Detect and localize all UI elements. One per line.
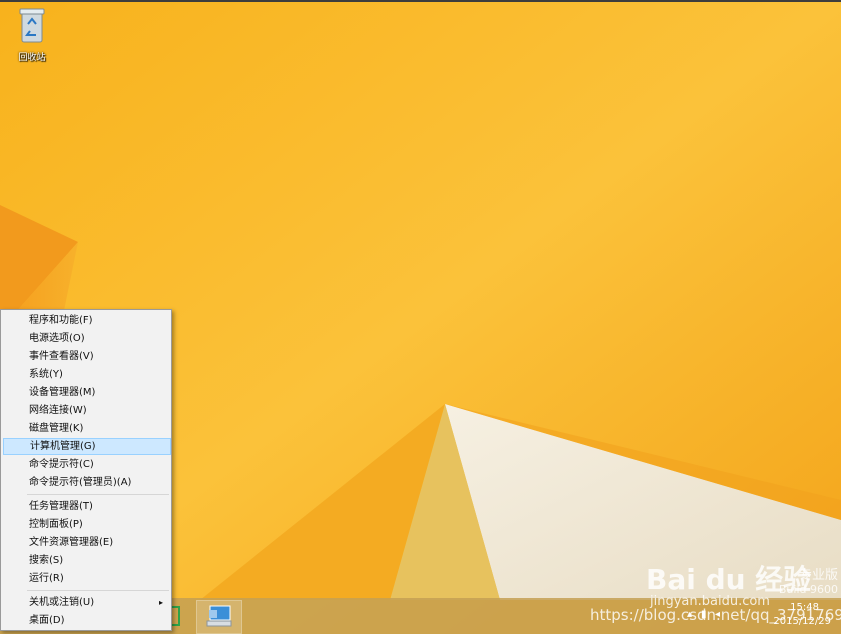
- menu-item-device-manager[interactable]: 设备管理器(M): [3, 384, 171, 401]
- menu-item-command-prompt[interactable]: 命令提示符(C): [3, 456, 171, 473]
- menu-item-shutdown-signout[interactable]: 关机或注销(U) ▸: [3, 594, 171, 611]
- menu-item-event-viewer[interactable]: 事件查看器(V): [3, 348, 171, 365]
- menu-item-file-explorer[interactable]: 文件资源管理器(E): [3, 534, 171, 551]
- file-explorer-taskbar-button[interactable]: [172, 600, 182, 632]
- menu-item-disk-management[interactable]: 磁盘管理(K): [3, 420, 171, 437]
- menu-item-run[interactable]: 运行(R): [3, 570, 171, 587]
- recycle-bin-icon: [19, 8, 45, 43]
- computer-management-icon: [206, 605, 232, 627]
- recycle-bin[interactable]: 回收站: [8, 6, 56, 63]
- menu-item-desktop[interactable]: 桌面(D): [3, 612, 171, 629]
- menu-item-network-connections[interactable]: 网络连接(W): [3, 402, 171, 419]
- menu-item-command-prompt-admin[interactable]: 命令提示符(管理员)(A): [3, 474, 171, 491]
- quick-link-menu: 程序和功能(F) 电源选项(O) 事件查看器(V) 系统(Y) 设备管理器(M)…: [0, 309, 172, 631]
- menu-item-computer-management[interactable]: 计算机管理(G): [3, 438, 171, 455]
- menu-item-power-options[interactable]: 电源选项(O): [3, 330, 171, 347]
- chevron-right-icon: ▸: [158, 598, 163, 607]
- recycle-bin-label: 回收站: [18, 53, 46, 63]
- clock-date[interactable]: 2015/12/29: [773, 616, 831, 627]
- notification-area: ▴ ▮ ◂ 15:48 2015/12/29: [591, 598, 841, 634]
- menu-item-label: 关机或注销(U): [29, 597, 95, 608]
- folder-icon: [172, 606, 180, 626]
- clock-time[interactable]: 15:48: [790, 602, 819, 613]
- menu-item-task-manager[interactable]: 任务管理器(T): [3, 498, 171, 515]
- menu-item-control-panel[interactable]: 控制面板(P): [3, 516, 171, 533]
- desktop: 回收站 ▴ ▮ ◂ 15:48 2015/12/29 专业版 Build 960…: [0, 0, 841, 634]
- network-icon[interactable]: ▮: [701, 609, 707, 620]
- menu-item-programs-features[interactable]: 程序和功能(F): [3, 312, 171, 329]
- menu-item-system[interactable]: 系统(Y): [3, 366, 171, 383]
- menu-item-search[interactable]: 搜索(S): [3, 552, 171, 569]
- menu-separator: [27, 494, 169, 495]
- volume-icon[interactable]: ◂: [715, 609, 720, 620]
- arrow-up-icon[interactable]: ▴: [687, 609, 692, 620]
- menu-separator: [27, 590, 169, 591]
- computer-management-taskbar-button[interactable]: [196, 600, 242, 634]
